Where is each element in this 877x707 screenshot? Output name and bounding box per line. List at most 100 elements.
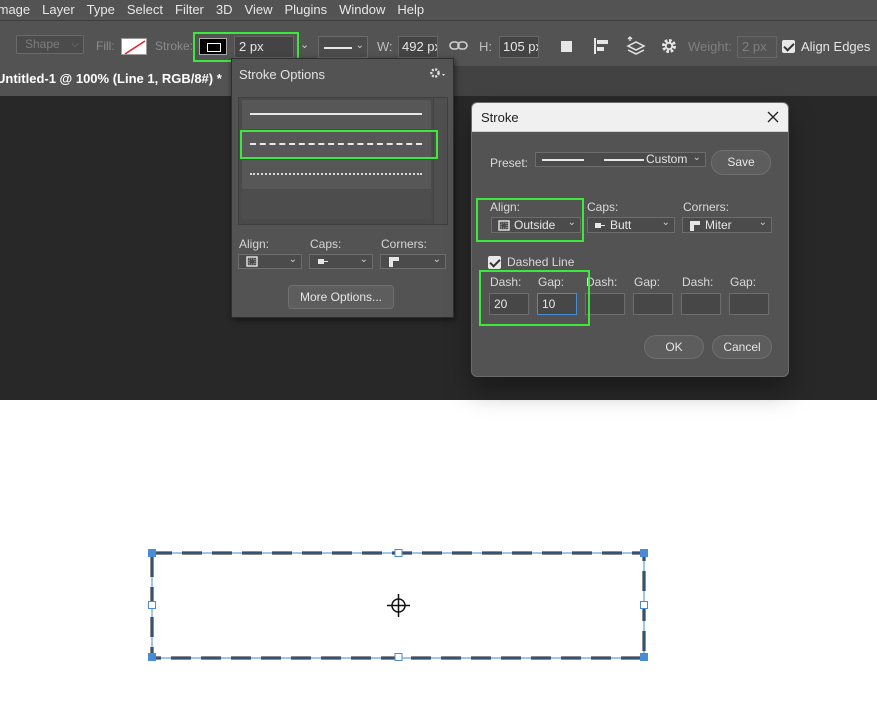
- menu-layer[interactable]: Layer: [42, 0, 75, 20]
- height-label: H:: [479, 39, 492, 54]
- menu-image[interactable]: Image: [0, 0, 30, 20]
- stroke-style-dashed[interactable]: [242, 130, 431, 159]
- stroke-options-panel: Stroke Options Align: Caps: Corners: ⌄ ⌄…: [231, 58, 454, 318]
- stroke-label: Stroke:: [155, 39, 194, 53]
- dialog-title: Stroke: [481, 110, 519, 125]
- width-input[interactable]: 492 px: [398, 36, 438, 58]
- height-input[interactable]: 105 px: [499, 36, 539, 58]
- ok-button[interactable]: OK: [644, 335, 704, 359]
- align-edges-label: Align Edges: [801, 39, 871, 54]
- stroke-swatch[interactable]: [199, 38, 227, 55]
- align-outside-icon: [246, 256, 258, 267]
- gear-icon[interactable]: [429, 66, 447, 80]
- gap-label-2: Gap:: [634, 275, 661, 289]
- stroke-style-list: [238, 97, 448, 225]
- butt-cap-icon: [318, 259, 328, 264]
- corners-label: Corners:: [683, 200, 730, 214]
- so-caps-label: Caps:: [310, 237, 342, 251]
- miter-corner-icon: [690, 221, 700, 231]
- dash-label-3: Dash:: [682, 275, 714, 289]
- dash-input-2[interactable]: [585, 293, 625, 315]
- align-outside-icon: [498, 220, 510, 231]
- dashed-line-preview: [250, 143, 422, 145]
- chevron-down-icon: ⌄: [758, 217, 767, 228]
- stroke-list-scrollbar[interactable]: [433, 98, 447, 224]
- menu-plugins[interactable]: Plugins: [284, 0, 327, 20]
- stroke-dialog: Stroke Preset: Custom ⌄ Save Align: Caps…: [471, 102, 789, 377]
- tool-mode-value: Shape: [25, 37, 60, 51]
- dialog-titlebar: Stroke: [472, 103, 788, 132]
- menu-view[interactable]: View: [245, 0, 273, 20]
- fill-label: Fill:: [96, 39, 115, 53]
- gap-input-3[interactable]: [729, 293, 769, 315]
- gap-input-1[interactable]: 10: [537, 293, 577, 315]
- align-select[interactable]: Outside ⌄: [491, 217, 581, 233]
- path-alignment-icon[interactable]: [592, 36, 612, 56]
- weight-input[interactable]: 2 px: [737, 36, 777, 58]
- menu-select[interactable]: Select: [127, 0, 163, 20]
- dashed-line-label: Dashed Line: [507, 255, 575, 269]
- align-edges-checkbox[interactable]: [782, 40, 795, 53]
- chevron-down-icon: ⌄: [355, 40, 364, 51]
- stroke-style-empty: [242, 190, 431, 219]
- more-options-button[interactable]: More Options...: [288, 285, 394, 309]
- butt-cap-icon: [595, 223, 605, 228]
- preset-select[interactable]: Custom ⌄: [535, 152, 706, 167]
- solid-line-preview: [250, 113, 422, 115]
- chevron-down-icon: ⌄: [661, 217, 670, 228]
- dash-input-1[interactable]: 20: [489, 293, 529, 315]
- link-glyph: [449, 41, 468, 50]
- gap-label-3: Gap:: [730, 275, 757, 289]
- path-arrangement-icon[interactable]: [625, 36, 646, 56]
- preset-label: Preset:: [490, 156, 529, 170]
- chevron-down-icon: ⌄: [567, 217, 576, 228]
- dash-input-3[interactable]: [681, 293, 721, 315]
- so-caps-select[interactable]: ⌄: [309, 254, 373, 269]
- menu-help[interactable]: Help: [397, 0, 424, 20]
- chevron-down-icon: ⌵: [71, 39, 79, 50]
- miter-corner-icon: [389, 257, 399, 267]
- preset-line-preview: [542, 159, 584, 161]
- no-fill-icon: [124, 40, 146, 54]
- chevron-down-icon: ⌄: [359, 254, 368, 265]
- solid-line-preview: [324, 47, 352, 49]
- caps-select[interactable]: Butt ⌄: [587, 217, 675, 233]
- dotted-line-preview: [250, 173, 422, 175]
- dash-label-1: Dash:: [490, 275, 522, 289]
- so-corners-label: Corners:: [381, 237, 428, 251]
- so-corners-select[interactable]: ⌄: [380, 254, 446, 269]
- path-operations-icon[interactable]: [558, 37, 578, 57]
- dashed-line-checkbox[interactable]: [488, 256, 501, 269]
- gap-input-2[interactable]: [633, 293, 673, 315]
- close-icon[interactable]: [766, 110, 780, 124]
- chevron-down-icon: ⌄: [288, 254, 297, 265]
- menu-3d[interactable]: 3D: [216, 0, 233, 20]
- save-button[interactable]: Save: [711, 150, 771, 175]
- weight-label: Weight:: [688, 39, 732, 54]
- caps-label: Caps:: [587, 200, 619, 214]
- tool-mode-select[interactable]: Shape ⌵: [16, 35, 84, 54]
- so-align-select[interactable]: ⌄: [238, 254, 302, 269]
- stroke-type-select[interactable]: ⌄: [318, 36, 368, 58]
- rectangle-shape[interactable]: [146, 547, 650, 663]
- menu-type[interactable]: Type: [87, 0, 115, 20]
- gear-icon[interactable]: [659, 36, 679, 56]
- stroke-size-input[interactable]: 2 px: [234, 36, 294, 58]
- stroke-style-solid[interactable]: [242, 100, 431, 129]
- chevron-down-icon: ⌄: [432, 254, 441, 265]
- corners-select[interactable]: Miter ⌄: [682, 217, 772, 233]
- menu-window[interactable]: Window: [339, 0, 385, 20]
- align-value: Outside: [514, 218, 556, 232]
- document-tab[interactable]: Untitled-1 @ 100% (Line 1, RGB/8#) *: [0, 66, 232, 96]
- preset-value: Custom: [646, 152, 688, 166]
- cancel-button[interactable]: Cancel: [712, 335, 772, 359]
- stroke-style-dotted[interactable]: [242, 160, 431, 189]
- dash-label-2: Dash:: [586, 275, 618, 289]
- chevron-down-icon[interactable]: ⌄: [300, 38, 309, 51]
- align-label: Align:: [490, 200, 521, 214]
- rectangle-graphic: [148, 549, 648, 661]
- fill-swatch[interactable]: [121, 38, 147, 55]
- link-icon[interactable]: [449, 37, 469, 55]
- so-align-label: Align:: [239, 237, 270, 251]
- menu-filter[interactable]: Filter: [175, 0, 204, 20]
